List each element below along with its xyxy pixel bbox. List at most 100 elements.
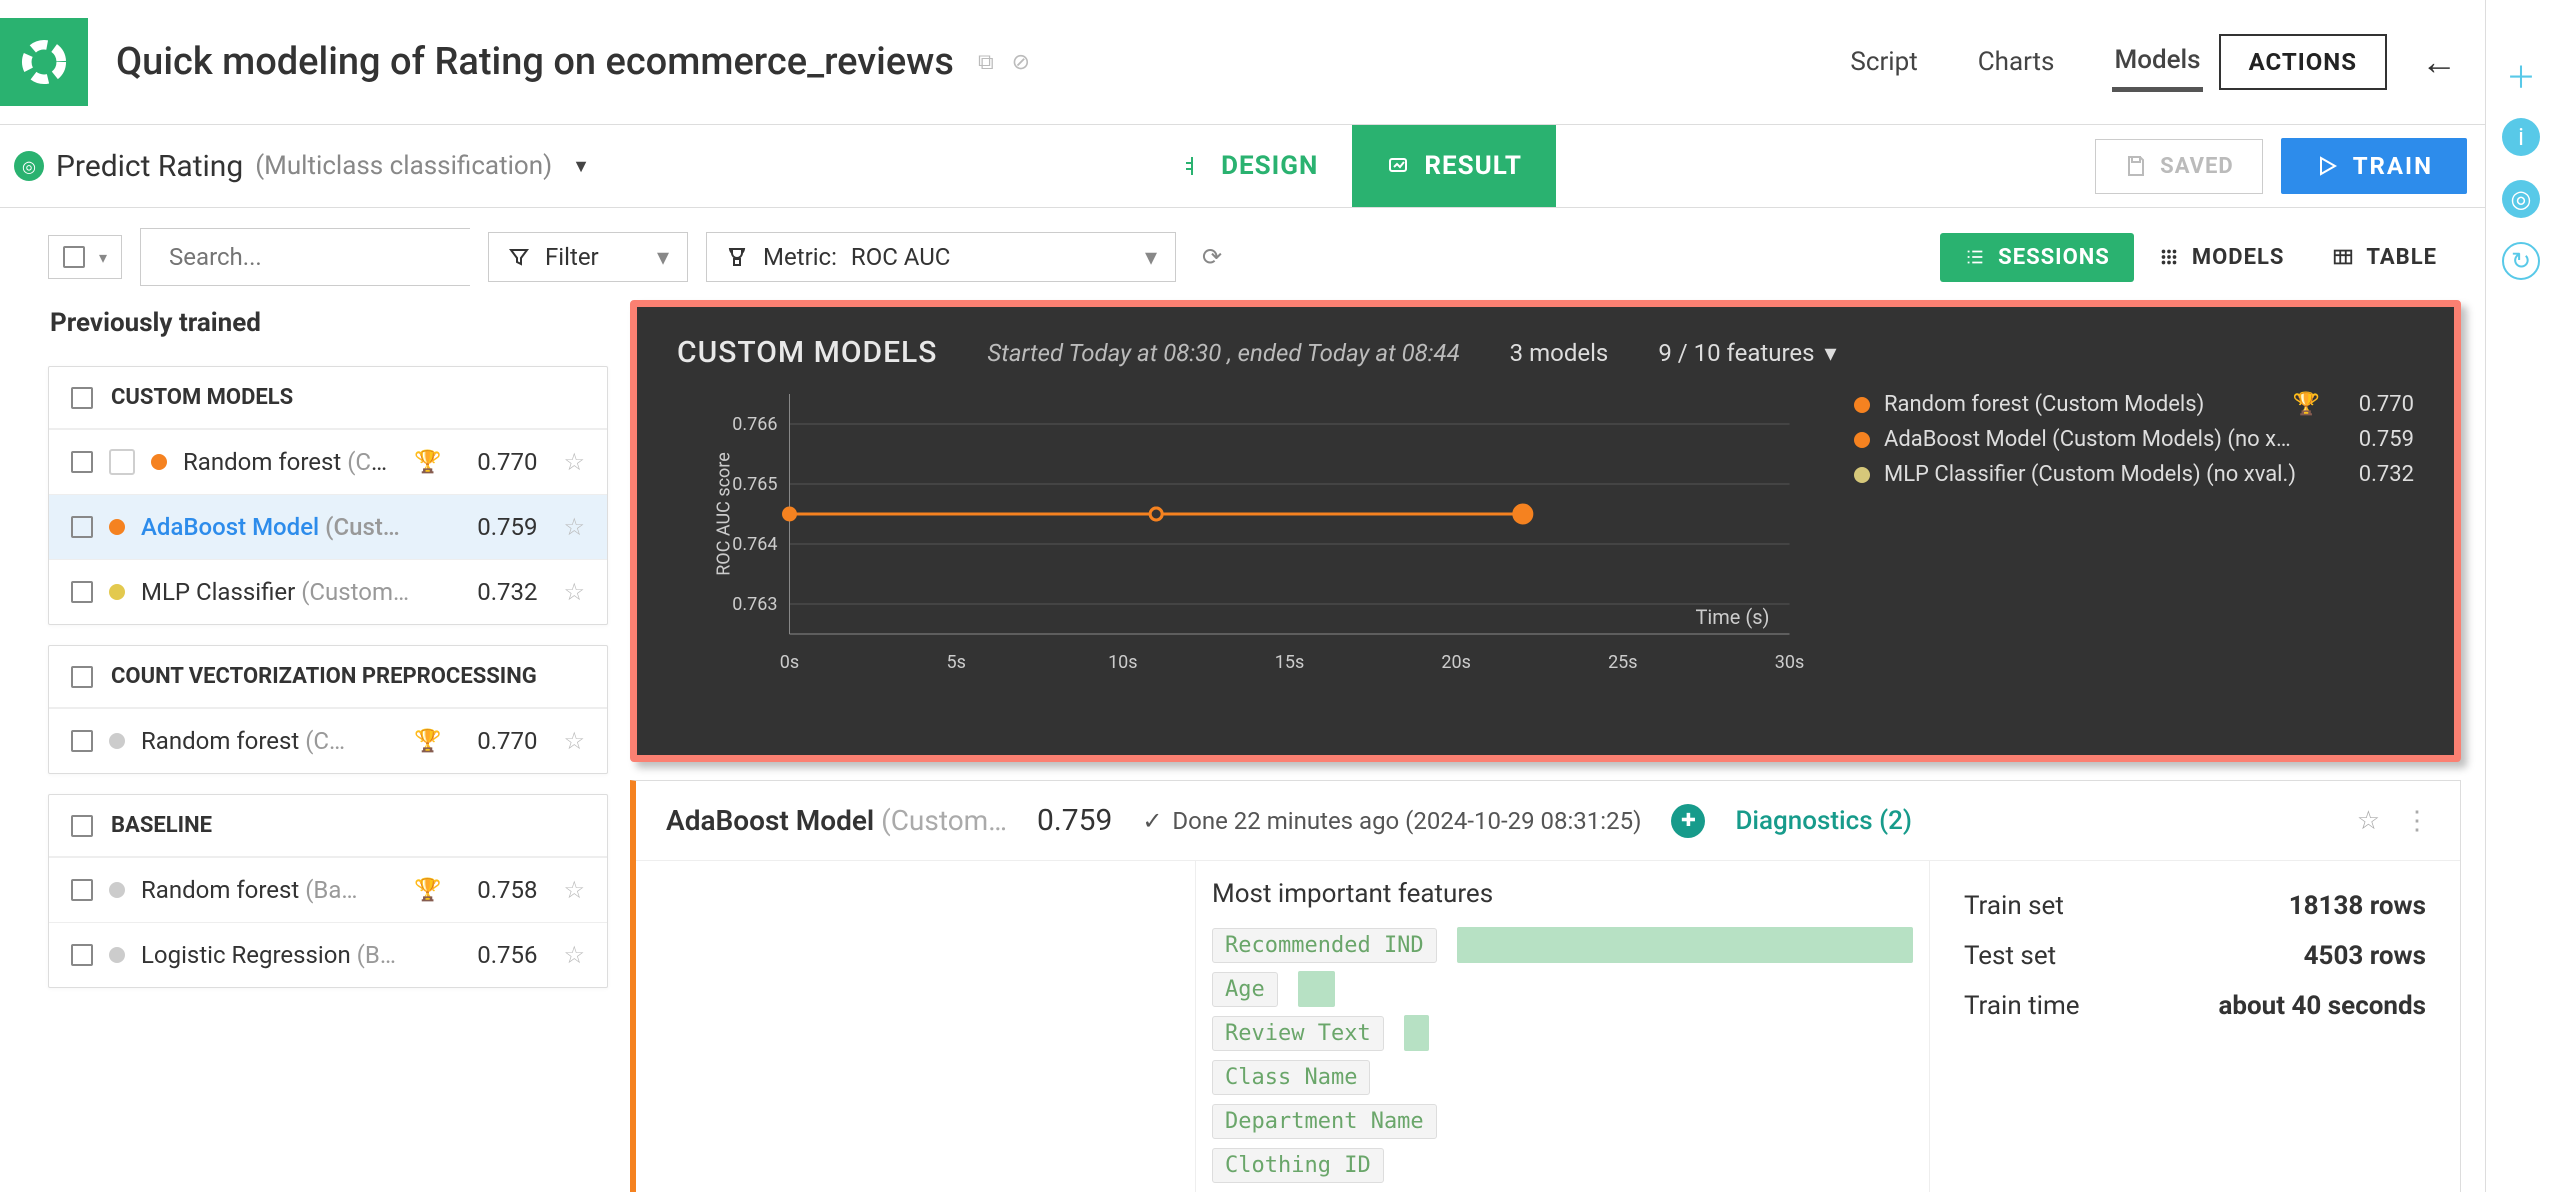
- group-head-custom-models[interactable]: CUSTOM MODELS: [49, 367, 607, 429]
- search-input-wrap[interactable]: [140, 228, 470, 286]
- feature-row: Department Name: [1196, 1099, 1929, 1143]
- train-label: TRAIN: [2353, 152, 2433, 180]
- tab-charts[interactable]: Charts: [1976, 35, 2057, 89]
- checkbox[interactable]: [71, 666, 93, 688]
- favorite-star-icon[interactable]: ☆: [563, 513, 585, 541]
- ban-icon[interactable]: ⊘: [1012, 50, 1030, 75]
- actions-button[interactable]: ACTIONS: [2219, 34, 2387, 90]
- group-baseline: BASELINE Random forest (Ba…🏆0.758☆Logist…: [48, 794, 608, 988]
- legend-score: 0.759: [2334, 427, 2414, 452]
- legend-dot: [1854, 467, 1870, 483]
- legend-dot: [1854, 432, 1870, 448]
- favorite-star-icon[interactable]: ☆: [563, 941, 585, 969]
- diagnostics-link[interactable]: Diagnostics (2): [1735, 806, 1912, 836]
- svg-text:0.765: 0.765: [732, 474, 777, 495]
- rail-chat-icon[interactable]: ◎: [2502, 180, 2540, 218]
- metric-dropdown[interactable]: Metric: ROC AUC: [706, 232, 1176, 282]
- result-label: RESULT: [1424, 151, 1522, 181]
- rail-history-icon[interactable]: ↻: [2502, 242, 2540, 280]
- feature-name: Clothing ID: [1212, 1148, 1384, 1183]
- rail-add-icon[interactable]: ＋: [2502, 56, 2540, 94]
- design-tab[interactable]: DESIGN: [1149, 125, 1352, 207]
- tab-script[interactable]: Script: [1848, 35, 1919, 89]
- search-input[interactable]: [165, 229, 484, 285]
- train-button[interactable]: TRAIN: [2281, 138, 2467, 194]
- sessions-label: SESSIONS: [1998, 245, 2110, 270]
- model-row[interactable]: Logistic Regression (B…0.756☆: [49, 922, 607, 987]
- detail-sparkline: [636, 861, 1196, 1192]
- group-head-count-vect[interactable]: COUNT VECTORIZATION PREPROCESSING: [49, 646, 607, 708]
- svg-text:0.764: 0.764: [732, 534, 777, 555]
- predict-label: Predict Rating: [56, 149, 243, 184]
- saved-label: SAVED: [2160, 154, 2234, 179]
- legend-name: Random forest (Custom Models): [1884, 392, 2279, 417]
- favorite-star-icon[interactable]: ☆: [563, 876, 585, 904]
- view-models-button[interactable]: MODELS: [2134, 233, 2309, 282]
- page-title-row: Quick modeling of Rating on ecommerce_re…: [116, 40, 1848, 84]
- svg-text:30s: 30s: [1775, 652, 1805, 673]
- checkbox[interactable]: [71, 581, 93, 603]
- checkbox[interactable]: [71, 451, 93, 473]
- model-score: 0.732: [457, 578, 537, 606]
- group-head-baseline[interactable]: BASELINE: [49, 795, 607, 857]
- select-all-dropdown[interactable]: [48, 235, 122, 279]
- model-row[interactable]: AdaBoost Model (Cust…0.759☆: [49, 494, 607, 559]
- model-score: 0.758: [457, 876, 537, 904]
- top-tabs: Script Charts Models: [1848, 33, 2202, 92]
- status-dot: [109, 584, 125, 600]
- diagnostics-icon[interactable]: ✚: [1671, 804, 1705, 838]
- view-sessions-button[interactable]: SESSIONS: [1940, 233, 2134, 282]
- trophy-icon: 🏆: [414, 729, 441, 754]
- favorite-star-icon[interactable]: ☆: [563, 578, 585, 606]
- model-score: 0.759: [457, 513, 537, 541]
- trophy-icon: 🏆: [414, 450, 441, 475]
- back-arrow-icon[interactable]: ←: [2421, 41, 2457, 83]
- chart-model-count: 3 models: [1510, 339, 1609, 367]
- model-row[interactable]: MLP Classifier (Custom…0.732☆: [49, 559, 607, 624]
- stats-value: 18138 rows: [2289, 891, 2426, 921]
- checkbox[interactable]: [71, 730, 93, 752]
- topbar: Quick modeling of Rating on ecommerce_re…: [0, 0, 2485, 124]
- legend-row[interactable]: Random forest (Custom Models)🏆0.770: [1854, 392, 2414, 417]
- svg-text:10s: 10s: [1108, 652, 1138, 673]
- group-title: CUSTOM MODELS: [111, 385, 293, 410]
- legend-row[interactable]: MLP Classifier (Custom Models) (no xval.…: [1854, 462, 2414, 487]
- model-detail-card: AdaBoost Model (Custom… 0.759 ✓ Done 22 …: [630, 780, 2461, 1192]
- app-logo[interactable]: [0, 18, 88, 106]
- result-tab[interactable]: RESULT: [1352, 125, 1556, 207]
- chart-feature-dropdown[interactable]: 9 / 10 features ▾: [1658, 339, 1836, 367]
- toolbar: Filter Metric: ROC AUC ⟳ SESSIONS MODELS: [0, 208, 2485, 296]
- model-row[interactable]: Random forest (C…🏆0.770☆: [49, 708, 607, 773]
- refresh-icon[interactable]: ⟳: [1202, 243, 1222, 271]
- favorite-star-icon[interactable]: ☆: [2357, 806, 2380, 836]
- legend-score: 0.770: [2334, 392, 2414, 417]
- kebab-menu-icon[interactable]: ⋮: [2404, 806, 2430, 836]
- feature-row: Review Text: [1196, 1011, 1929, 1055]
- target-icon: ◎: [14, 151, 44, 181]
- filter-dropdown[interactable]: Filter: [488, 232, 688, 282]
- stats-label: Train time: [1964, 991, 2080, 1021]
- feature-row: Age: [1196, 967, 1929, 1011]
- rail-info-icon[interactable]: i: [2502, 118, 2540, 156]
- view-table-button[interactable]: TABLE: [2308, 233, 2461, 282]
- copy-icon[interactable]: ⧉: [978, 50, 994, 75]
- status-dot: [109, 733, 125, 749]
- predict-selector[interactable]: ◎ Predict Rating (Multiclass classificat…: [0, 137, 610, 196]
- checkbox[interactable]: [71, 879, 93, 901]
- tab-models[interactable]: Models: [2112, 33, 2202, 92]
- checkbox[interactable]: [71, 387, 93, 409]
- stats-label: Train set: [1964, 891, 2064, 921]
- model-row[interactable]: Random forest (Ba…🏆0.758☆: [49, 857, 607, 922]
- metric-prefix: Metric:: [763, 243, 837, 271]
- checkbox[interactable]: [71, 944, 93, 966]
- svg-text:Time (s): Time (s): [1695, 605, 1769, 629]
- chart-meta: Started Today at 08:30 , ended Today at …: [987, 339, 1459, 367]
- model-row[interactable]: Random forest (Cu…🏆0.770☆: [49, 429, 607, 494]
- favorite-star-icon[interactable]: ☆: [563, 727, 585, 755]
- checkbox[interactable]: [71, 815, 93, 837]
- favorite-star-icon[interactable]: ☆: [563, 448, 585, 476]
- checkbox[interactable]: [71, 516, 93, 538]
- chart-plot[interactable]: 0.7630.7640.7650.7660s5s10s15s20s25s30sR…: [677, 384, 1842, 684]
- legend-row[interactable]: AdaBoost Model (Custom Models) (no x…0.7…: [1854, 427, 2414, 452]
- feature-row: Clothing ID: [1196, 1143, 1929, 1187]
